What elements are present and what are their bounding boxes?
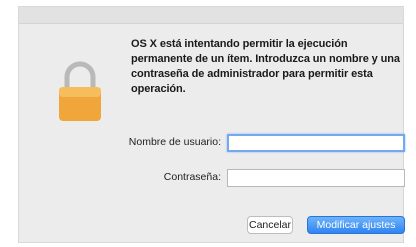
- username-label: Nombre de usuario:: [128, 136, 221, 148]
- password-field[interactable]: [227, 169, 405, 187]
- dialog-titlebar: [19, 7, 403, 24]
- modify-settings-button[interactable]: Modificar ajustes: [307, 216, 405, 234]
- cancel-button[interactable]: Cancelar: [247, 216, 293, 234]
- auth-dialog: OS X está intentando permitir la ejecuci…: [18, 6, 405, 243]
- username-field[interactable]: [227, 134, 405, 152]
- lock-icon: [59, 61, 101, 121]
- password-label: Contraseña:: [163, 171, 221, 183]
- auth-message: OS X está intentando permitir la ejecuci…: [131, 38, 400, 95]
